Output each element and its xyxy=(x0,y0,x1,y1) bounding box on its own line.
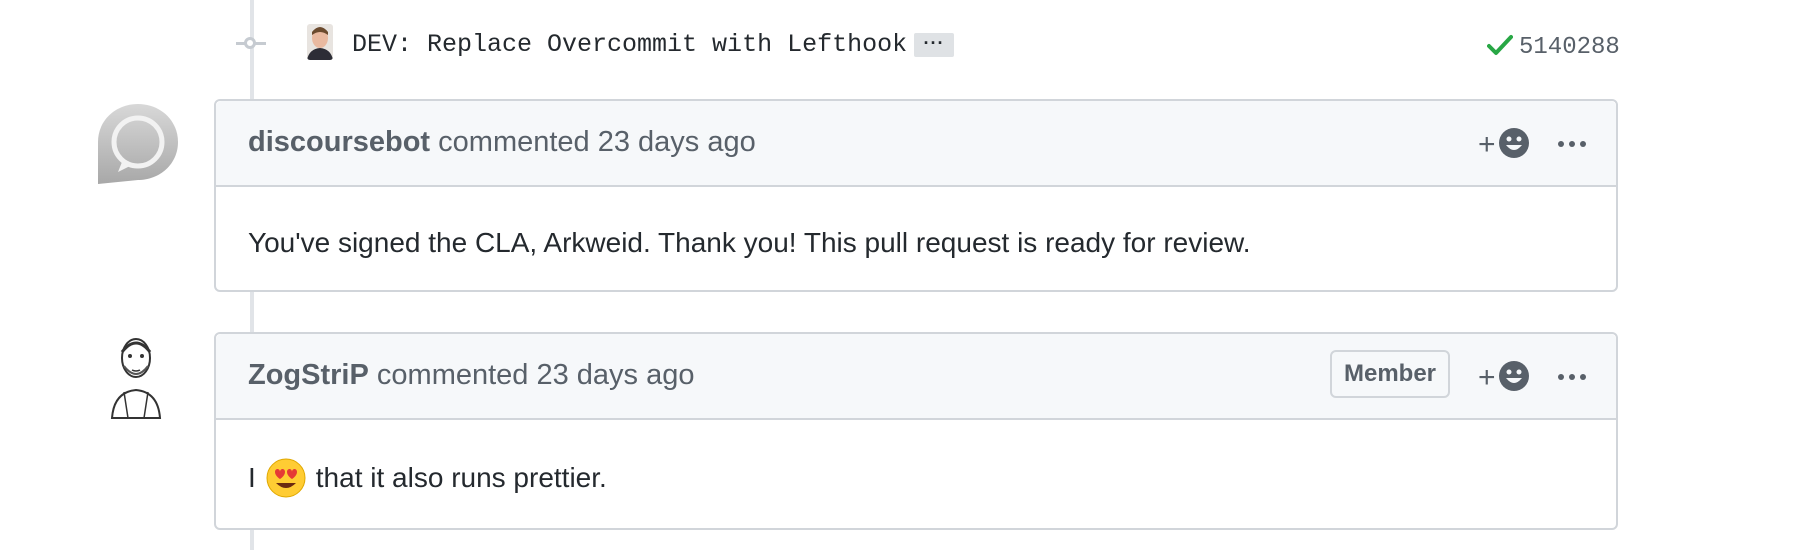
smiley-icon xyxy=(1498,360,1530,397)
zogstrip-avatar[interactable] xyxy=(104,330,168,420)
kebab-dot-icon xyxy=(1580,374,1586,380)
comment-options-button[interactable] xyxy=(1554,362,1590,392)
smiley-icon xyxy=(1498,127,1530,164)
commit-message-link[interactable]: DEV: Replace Overcommit with Lefthook xyxy=(352,28,907,62)
timeline-line-bottom xyxy=(250,530,254,550)
comment-timestamp-link[interactable]: commented 23 days ago xyxy=(377,359,695,391)
comment-author-link[interactable]: ZogStriP xyxy=(248,359,369,391)
comment-options-button[interactable] xyxy=(1554,129,1590,159)
comment-discoursebot: discoursebot commented 23 days ago + You… xyxy=(214,99,1618,292)
commit-status: 5140288 xyxy=(1487,30,1620,64)
comment-body-text-start: I xyxy=(248,462,256,493)
kebab-dot-icon xyxy=(1569,141,1575,147)
plus-icon: + xyxy=(1478,128,1496,161)
add-reaction-button[interactable]: + xyxy=(1478,125,1538,165)
comment-header: discoursebot commented 23 days ago + xyxy=(216,101,1616,187)
discoursebot-avatar[interactable] xyxy=(94,100,182,186)
comment-body: I that it also runs prettier. xyxy=(248,458,607,498)
comment-timestamp-link[interactable]: commented 23 days ago xyxy=(438,126,756,158)
member-badge: Member xyxy=(1330,350,1450,398)
kebab-dot-icon xyxy=(1558,374,1564,380)
comment-zogstrip: ZogStriP commented 23 days ago Member + … xyxy=(214,332,1618,530)
kebab-dot-icon xyxy=(1580,141,1586,147)
comment-author-link[interactable]: discoursebot xyxy=(248,126,430,158)
timeline-line-mid xyxy=(250,292,254,334)
commit-author-avatar[interactable] xyxy=(307,24,333,60)
kebab-dot-icon xyxy=(1558,141,1564,147)
plus-icon: + xyxy=(1478,361,1496,394)
comment-header: ZogStriP commented 23 days ago Member + xyxy=(216,334,1616,420)
comment-header-text: discoursebot commented 23 days ago xyxy=(248,126,756,159)
heart-eyes-emoji-icon xyxy=(266,458,306,498)
commit-expand-button[interactable]: ··· xyxy=(914,33,954,57)
check-icon[interactable] xyxy=(1487,34,1513,61)
add-reaction-button[interactable]: + xyxy=(1478,358,1538,398)
comment-body: You've signed the CLA, Arkweid. Thank yo… xyxy=(248,227,1251,258)
commit-sha-link[interactable]: 5140288 xyxy=(1519,34,1620,61)
comment-header-text: ZogStriP commented 23 days ago xyxy=(248,359,695,392)
commit-node-icon xyxy=(244,37,256,49)
commit-row: DEV: Replace Overcommit with Lefthook ··… xyxy=(0,0,1796,90)
comment-body-text-end: that it also runs prettier. xyxy=(315,462,607,493)
kebab-dot-icon xyxy=(1569,374,1575,380)
